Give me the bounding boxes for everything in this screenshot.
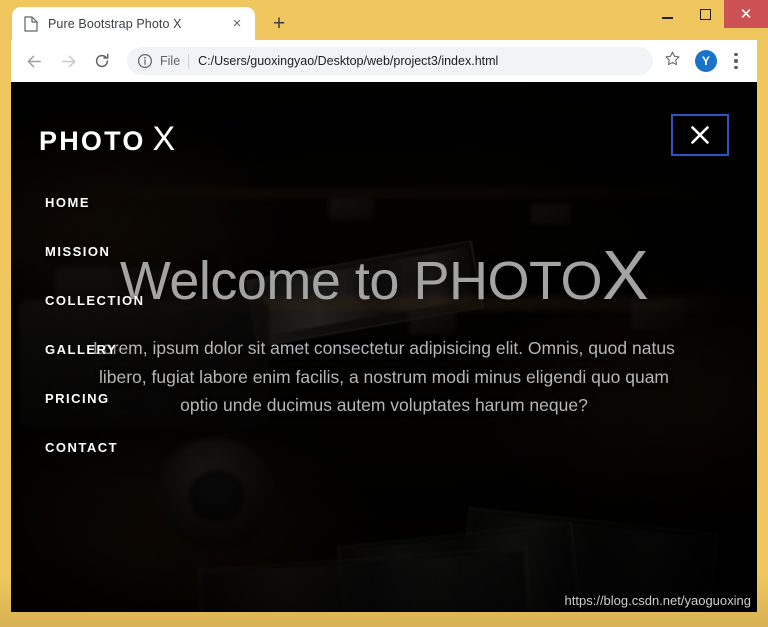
site-logo[interactable]: PHOTO X xyxy=(39,120,175,159)
menu-close-button[interactable] xyxy=(671,114,729,156)
nav-item-pricing[interactable]: PRICING xyxy=(45,374,145,423)
address-bar[interactable]: File C:/Users/guoxingyao/Desktop/web/pro… xyxy=(127,47,653,75)
kebab-menu-icon xyxy=(734,65,738,69)
site-logo-suffix: X xyxy=(152,120,176,158)
tab-close-button[interactable]: × xyxy=(227,14,247,34)
forward-arrow-icon xyxy=(59,52,78,71)
side-navigation: HOME MISSION COLLECTION GALLERY PRICING … xyxy=(45,178,145,472)
window-close-button[interactable]: ✕ xyxy=(724,0,768,28)
nav-item-collection[interactable]: COLLECTION xyxy=(45,276,145,325)
window-controls: ✕ xyxy=(648,0,768,28)
reload-button[interactable] xyxy=(87,46,117,76)
omnibox-divider xyxy=(188,53,190,69)
nav-item-mission[interactable]: MISSION xyxy=(45,227,145,276)
nav-item-gallery[interactable]: GALLERY xyxy=(45,325,145,374)
close-icon: ✕ xyxy=(739,5,753,23)
page-viewport: PHOTO X HOME MISSION COLLECTION GALLERY … xyxy=(11,82,757,612)
kebab-menu-icon xyxy=(734,59,738,63)
site-logo-text: PHOTO xyxy=(39,126,146,156)
bookmark-button[interactable] xyxy=(659,48,685,74)
back-arrow-icon xyxy=(25,52,44,71)
minimize-icon xyxy=(661,17,673,19)
browser-tab[interactable]: Pure Bootstrap Photo X × xyxy=(12,7,255,40)
profile-avatar[interactable]: Y xyxy=(695,50,717,72)
browser-window: Pure Bootstrap Photo X × + ✕ File C:/Use… xyxy=(0,0,768,627)
window-maximize-button[interactable] xyxy=(686,0,724,28)
url-text: C:/Users/guoxingyao/Desktop/web/project3… xyxy=(198,54,499,68)
watermark: https://blog.csdn.net/yaoguoxing xyxy=(564,593,751,608)
tab-strip: Pure Bootstrap Photo X × + xyxy=(12,7,291,40)
info-circle-icon[interactable] xyxy=(137,53,153,69)
page-icon xyxy=(24,15,38,32)
kebab-menu-icon xyxy=(734,53,738,57)
browser-menu-button[interactable] xyxy=(725,48,747,74)
maximize-icon xyxy=(699,8,711,20)
back-button[interactable] xyxy=(19,46,49,76)
window-minimize-button[interactable] xyxy=(648,0,686,28)
reload-icon xyxy=(93,52,111,70)
star-icon xyxy=(664,50,681,72)
url-scheme-label: File xyxy=(160,54,181,68)
title-bar: Pure Bootstrap Photo X × + ✕ xyxy=(0,0,768,40)
new-tab-button[interactable]: + xyxy=(267,11,291,35)
close-x-icon xyxy=(689,124,711,146)
tab-title: Pure Bootstrap Photo X xyxy=(48,16,182,31)
browser-toolbar: File C:/Users/guoxingyao/Desktop/web/pro… xyxy=(11,40,757,82)
nav-item-contact[interactable]: CONTACT xyxy=(45,423,145,472)
nav-item-home[interactable]: HOME xyxy=(45,178,145,227)
forward-button[interactable] xyxy=(53,46,83,76)
